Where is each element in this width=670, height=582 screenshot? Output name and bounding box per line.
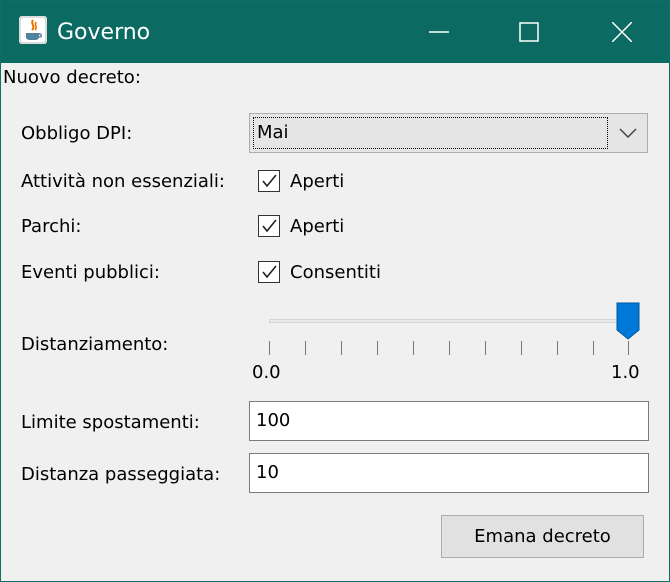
slider-tick <box>305 341 306 355</box>
distanza-passeggiata-label: Distanza passeggiata: <box>21 464 221 485</box>
obbligo-dpi-select[interactable]: Mai <box>249 113 648 153</box>
focus-ring <box>253 117 608 149</box>
slider-tick <box>341 341 342 355</box>
governo-window: Governo Nuovo decreto: Obbligo DPI: Mai … <box>0 0 670 582</box>
limite-spostamenti-input[interactable] <box>256 410 636 431</box>
slider-tick <box>628 341 629 355</box>
minimize-icon <box>429 31 449 33</box>
obbligo-dpi-label: Obbligo DPI: <box>21 123 133 144</box>
close-icon <box>612 22 632 42</box>
maximize-icon <box>519 22 539 42</box>
java-app-icon <box>19 16 47 44</box>
slider-tick <box>593 341 594 355</box>
slider-min-label: 0.0 <box>252 362 281 383</box>
title-bar[interactable]: Governo <box>1 1 669 63</box>
limite-spostamenti-field-box[interactable] <box>249 401 649 441</box>
close-button[interactable] <box>577 1 667 63</box>
parchi-checkbox-label[interactable]: Aperti <box>290 216 344 237</box>
form-heading: Nuovo decreto: <box>3 67 141 88</box>
attivita-checkbox[interactable] <box>258 170 280 192</box>
distanziamento-slider-track[interactable] <box>269 319 629 323</box>
slider-max-label: 1.0 <box>611 362 640 383</box>
eventi-checkbox-label[interactable]: Consentiti <box>290 262 381 283</box>
distanza-passeggiata-input[interactable] <box>256 462 636 483</box>
slider-tick <box>557 341 558 355</box>
distanziamento-label: Distanziamento: <box>21 334 169 355</box>
distanza-passeggiata-field-box[interactable] <box>249 453 649 493</box>
slider-tick <box>377 341 378 355</box>
attivita-label: Attività non essenziali: <box>21 171 225 192</box>
slider-tick <box>269 341 270 355</box>
parchi-label: Parchi: <box>21 216 82 237</box>
emana-decreto-button[interactable]: Emana decreto <box>441 515 644 558</box>
obbligo-dpi-value: Mai <box>257 122 289 143</box>
slider-tick <box>449 341 450 355</box>
eventi-checkbox[interactable] <box>258 261 280 283</box>
checkmark-icon <box>262 174 277 188</box>
attivita-checkbox-label[interactable]: Aperti <box>290 171 344 192</box>
checkmark-icon <box>262 219 277 233</box>
window-title: Governo <box>57 20 151 45</box>
parchi-checkbox[interactable] <box>258 215 280 237</box>
limite-spostamenti-label: Limite spostamenti: <box>21 412 200 433</box>
slider-thumb-handle[interactable] <box>616 302 640 340</box>
slider-tick <box>485 341 486 355</box>
checkmark-icon <box>262 265 277 279</box>
slider-tick <box>413 341 414 355</box>
minimize-button[interactable] <box>394 1 484 63</box>
eventi-label: Eventi pubblici: <box>21 262 160 283</box>
chevron-down-icon <box>619 128 637 138</box>
maximize-button[interactable] <box>484 1 574 63</box>
slider-tick <box>521 341 522 355</box>
